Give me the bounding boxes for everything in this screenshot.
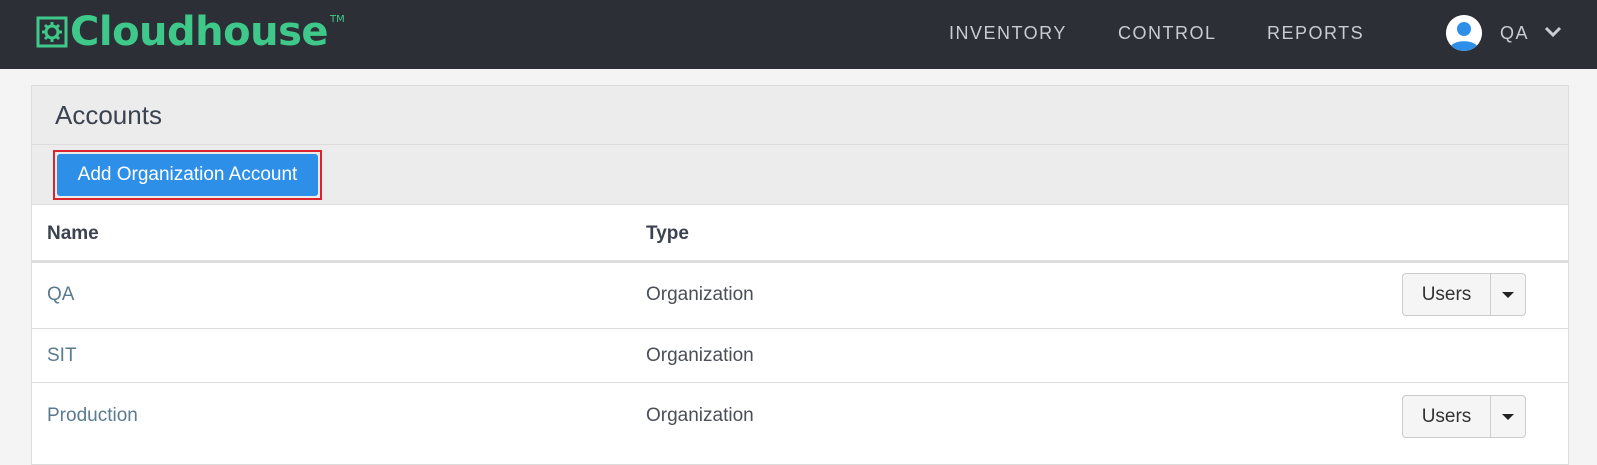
account-type: Organization xyxy=(646,345,754,366)
users-dropdown-toggle[interactable] xyxy=(1491,274,1525,315)
caret-down-icon xyxy=(1502,291,1514,298)
panel-toolbar: Add Organization Account xyxy=(32,145,1568,205)
column-header-type[interactable]: Type xyxy=(646,223,689,245)
page-title: Accounts xyxy=(55,100,162,130)
nav-control[interactable]: CONTROL xyxy=(1118,22,1217,44)
trademark-mark: TM xyxy=(330,14,345,25)
add-button-highlight: Add Organization Account xyxy=(53,150,322,200)
users-button[interactable]: Users xyxy=(1403,274,1491,315)
account-type: Organization xyxy=(646,405,754,426)
chevron-down-icon[interactable] xyxy=(1543,24,1563,40)
user-avatar-icon[interactable] xyxy=(1446,15,1482,51)
panel-header: Accounts xyxy=(32,86,1568,145)
table-row: Production Organization Users xyxy=(32,383,1568,451)
gear-logo-icon xyxy=(36,16,68,48)
users-dropdown-toggle[interactable] xyxy=(1491,396,1525,437)
top-navbar: Cloudhouse TM INVENTORY CONTROL REPORTS … xyxy=(0,0,1597,69)
account-name-link[interactable]: Production xyxy=(47,405,138,427)
brand-name: Cloudhouse xyxy=(70,9,329,55)
users-split-button: Users xyxy=(1402,395,1526,438)
user-menu-name[interactable]: QA xyxy=(1500,22,1529,44)
account-name-link[interactable]: QA xyxy=(47,284,74,306)
table-row: QA Organization Users xyxy=(32,263,1568,328)
nav-reports[interactable]: REPORTS xyxy=(1267,22,1364,44)
nav-inventory[interactable]: INVENTORY xyxy=(949,22,1067,44)
account-type: Organization xyxy=(646,284,754,305)
account-name-link[interactable]: SIT xyxy=(47,345,77,367)
caret-down-icon xyxy=(1502,413,1514,420)
add-organization-account-button[interactable]: Add Organization Account xyxy=(57,154,318,196)
cloudhouse-logo[interactable]: Cloudhouse TM xyxy=(36,12,345,56)
column-header-name[interactable]: Name xyxy=(47,223,99,245)
users-split-button: Users xyxy=(1402,273,1526,316)
users-button[interactable]: Users xyxy=(1403,396,1491,437)
accounts-panel: Accounts Add Organization Account Name T… xyxy=(31,85,1569,465)
table-row: SIT Organization xyxy=(32,329,1568,382)
